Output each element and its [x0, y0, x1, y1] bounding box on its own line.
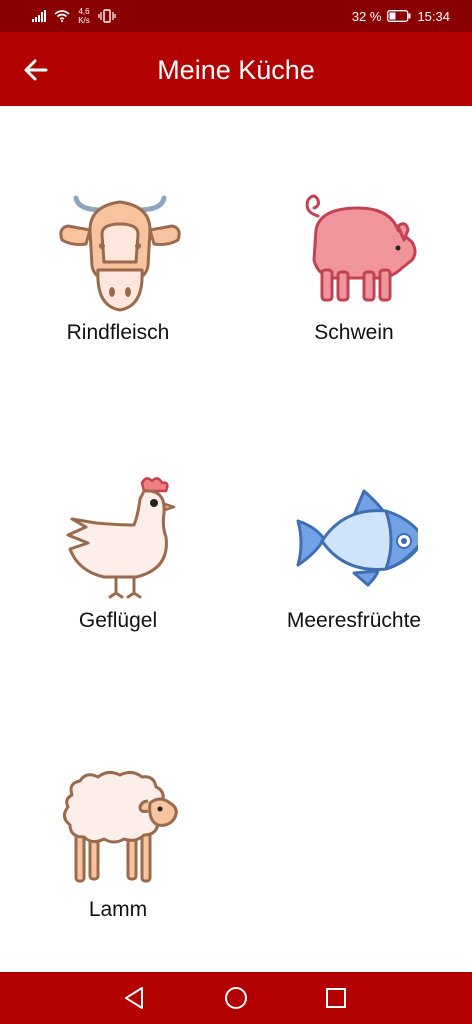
category-label: Schwein: [314, 321, 394, 344]
recents-square-icon: [326, 988, 346, 1008]
cow-icon: [59, 195, 181, 312]
category-label: Lamm: [88, 898, 148, 921]
battery-icon: [387, 10, 411, 22]
pig-icon: [305, 194, 417, 302]
back-triangle-icon: [125, 987, 143, 1009]
nav-recents-button[interactable]: [323, 985, 349, 1011]
page-title: Meine Küche: [157, 55, 315, 85]
home-circle-icon: [225, 987, 247, 1009]
nav-back-button[interactable]: [122, 985, 148, 1011]
status-bar: 4,6 K/s 32 % 15:34: [0, 0, 472, 32]
system-nav-bar: [0, 972, 472, 1024]
nav-home-button[interactable]: [223, 985, 249, 1011]
category-label: Geflügel: [78, 609, 158, 632]
vibrate-icon: [98, 9, 116, 23]
net-speed-value: 4,6: [78, 7, 90, 16]
category-label: Rindfleisch: [66, 321, 170, 344]
clock-time: 15:34: [417, 8, 450, 24]
status-right: 32 % 15:34: [352, 6, 450, 26]
app-bar: Meine Küche: [0, 32, 472, 106]
category-gefluegel[interactable]: Geflügel: [23, 473, 213, 663]
net-speed-unit: K/s: [78, 16, 90, 25]
battery-percent: 32 %: [351, 8, 382, 24]
category-lamm[interactable]: Lamm: [23, 765, 213, 955]
sheep-icon: [63, 770, 178, 883]
category-rindfleisch[interactable]: Rindfleisch: [23, 186, 213, 376]
fish-icon: [296, 489, 418, 587]
category-schwein[interactable]: Schwein: [259, 186, 449, 376]
category-meeresfruechte[interactable]: Meeresfrüchte: [259, 473, 449, 663]
status-left: 4,6 K/s: [32, 6, 116, 26]
wifi-icon: [54, 10, 70, 22]
net-speed: 4,6 K/s: [76, 7, 92, 25]
chicken-icon: [66, 477, 176, 599]
category-label: Meeresfrüchte: [286, 609, 422, 632]
signal-icon: [32, 10, 46, 22]
